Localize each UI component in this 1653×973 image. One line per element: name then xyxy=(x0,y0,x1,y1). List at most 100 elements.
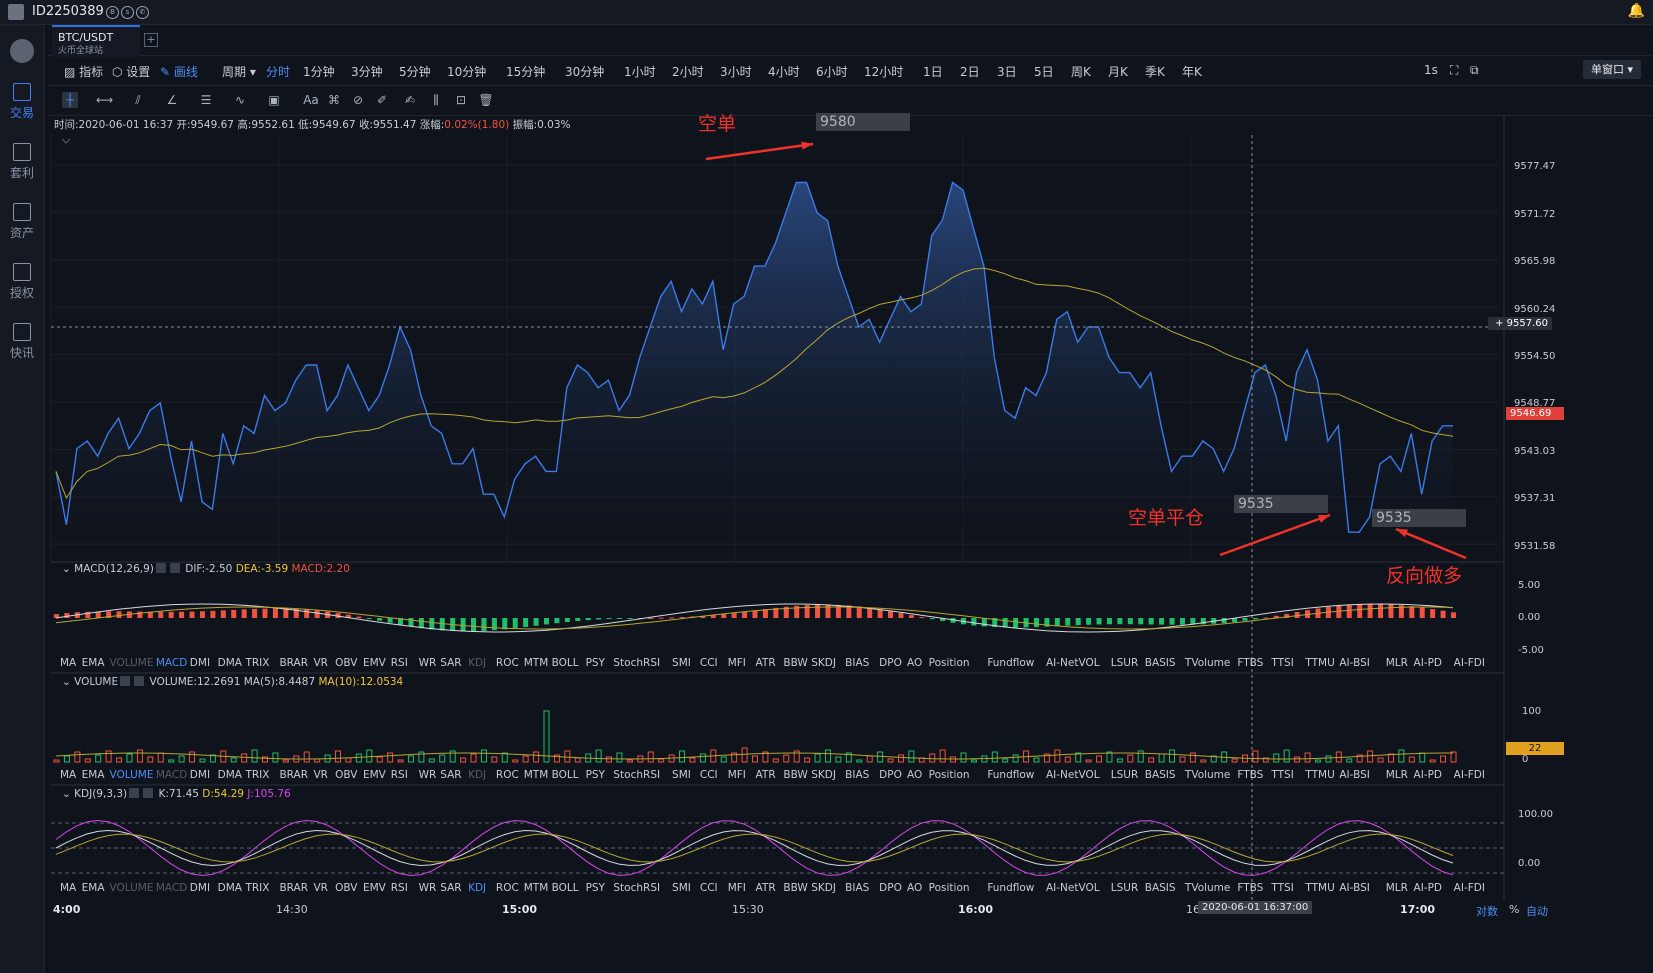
indicator-tab-ai-pd[interactable]: AI-PD xyxy=(1414,882,1443,894)
indicator-tab-ma[interactable]: MA xyxy=(60,657,76,669)
indicator-tab-mtm[interactable]: MTM xyxy=(524,657,549,669)
indicator-tab-sar[interactable]: SAR xyxy=(440,769,461,781)
indicator-tab-sar[interactable]: SAR xyxy=(440,657,461,669)
indicator-tab-smi[interactable]: SMI xyxy=(672,657,691,669)
indicator-tab-cci[interactable]: CCI xyxy=(700,769,718,781)
indicator-tab-psy[interactable]: PSY xyxy=(586,882,605,894)
indicator-tab-volume[interactable]: VOLUME xyxy=(109,657,153,669)
indicator-tab-ftbs[interactable]: FTBS xyxy=(1237,657,1263,669)
shield-icon[interactable]: s xyxy=(121,6,134,19)
indicator-tab-rsi[interactable]: RSI xyxy=(391,769,408,781)
indicator-tab-basis[interactable]: BASIS xyxy=(1145,769,1176,781)
indicator-tab-ttsi[interactable]: TTSI xyxy=(1271,882,1293,894)
log-scale-toggle[interactable]: 对数 xyxy=(1476,903,1498,919)
indicator-tab-ma[interactable]: MA xyxy=(60,882,76,894)
indicator-tab-ai-pd[interactable]: AI-PD xyxy=(1414,657,1443,669)
indicator-tab-dpo[interactable]: DPO xyxy=(879,769,902,781)
indicator-tab-stochrsi[interactable]: StochRSI xyxy=(613,657,660,669)
indicator-tab-basis[interactable]: BASIS xyxy=(1145,657,1176,669)
indicator-tab-skdj[interactable]: SKDJ xyxy=(811,882,836,894)
sidebar-item-assets[interactable]: 资产 xyxy=(0,203,44,241)
indicator-tab-emv[interactable]: EMV xyxy=(363,769,386,781)
indicator-tab-stochrsi[interactable]: StochRSI xyxy=(613,769,660,781)
indicator-tab-lsur[interactable]: LSUR xyxy=(1111,769,1139,781)
indicator-tab-mfi[interactable]: MFI xyxy=(728,657,746,669)
indicator-tab-ai-fdi[interactable]: AI-FDI xyxy=(1454,657,1485,669)
indicator-tab-boll[interactable]: BOLL xyxy=(552,657,579,669)
indicator-tab-kdj[interactable]: KDJ xyxy=(468,882,486,894)
indicator-tab-position[interactable]: Position xyxy=(929,882,970,894)
indicator-tab-trix[interactable]: TRIX xyxy=(245,657,269,669)
indicator-tab-ai-bsi[interactable]: AI-BSI xyxy=(1339,769,1369,781)
indicator-tab-brar[interactable]: BRAR xyxy=(279,657,308,669)
indicator-tab-roc[interactable]: ROC xyxy=(496,769,519,781)
indicator-tab-position[interactable]: Position xyxy=(929,769,970,781)
indicator-tab-mlr[interactable]: MLR xyxy=(1386,657,1408,669)
indicator-tab-mfi[interactable]: MFI xyxy=(728,769,746,781)
indicator-tab-stochrsi[interactable]: StochRSI xyxy=(613,882,660,894)
indicator-tab-ao[interactable]: AO xyxy=(907,882,922,894)
indicator-tab-atr[interactable]: ATR xyxy=(756,769,776,781)
indicator-tab-kdj[interactable]: KDJ xyxy=(468,657,486,669)
auto-scale-toggle[interactable]: 自动 xyxy=(1526,903,1548,919)
indicator-tab-obv[interactable]: OBV xyxy=(335,769,357,781)
indicator-tab-boll[interactable]: BOLL xyxy=(552,769,579,781)
indicator-tab-ai-fdi[interactable]: AI-FDI xyxy=(1454,769,1485,781)
volume-settings-icon[interactable] xyxy=(120,676,131,686)
indicator-tab-cci[interactable]: CCI xyxy=(700,657,718,669)
indicator-tab-boll[interactable]: BOLL xyxy=(552,882,579,894)
kdj-close-icon[interactable] xyxy=(143,788,154,798)
indicator-tab-obv[interactable]: OBV xyxy=(335,882,357,894)
indicator-tab-dpo[interactable]: DPO xyxy=(879,882,902,894)
sidebar-item-arbitrage[interactable]: 套利 xyxy=(0,143,44,181)
indicator-tab-dma[interactable]: DMA xyxy=(218,657,242,669)
indicator-tab-psy[interactable]: PSY xyxy=(586,769,605,781)
indicator-tab-ai-bsi[interactable]: AI-BSI xyxy=(1339,657,1369,669)
avatar[interactable] xyxy=(8,4,24,20)
indicator-tab-volume[interactable]: VOLUME xyxy=(109,882,153,894)
indicator-tab-atr[interactable]: ATR xyxy=(756,882,776,894)
indicator-tab-dmi[interactable]: DMI xyxy=(190,657,210,669)
indicator-tab-smi[interactable]: SMI xyxy=(672,769,691,781)
macd-close-icon[interactable] xyxy=(169,563,180,573)
indicator-tab-rsi[interactable]: RSI xyxy=(391,657,408,669)
indicator-tab-ema[interactable]: EMA xyxy=(82,882,105,894)
indicator-tab-volume[interactable]: VOLUME xyxy=(109,769,153,781)
indicator-tab-ftbs[interactable]: FTBS xyxy=(1237,769,1263,781)
indicator-tab-macd[interactable]: MACD xyxy=(156,769,187,781)
indicator-tab-tvolume[interactable]: TVolume xyxy=(1185,769,1230,781)
sidebar-item-auth[interactable]: 授权 xyxy=(0,263,44,301)
indicator-tab-ai-netvol[interactable]: AI-NetVOL xyxy=(1046,657,1100,669)
indicator-tab-atr[interactable]: ATR xyxy=(756,657,776,669)
indicator-tab-dmi[interactable]: DMI xyxy=(190,769,210,781)
indicator-tab-macd[interactable]: MACD xyxy=(156,657,187,669)
indicator-tab-dpo[interactable]: DPO xyxy=(879,657,902,669)
indicator-tab-bias[interactable]: BIAS xyxy=(845,882,869,894)
indicator-tab-fundflow[interactable]: Fundflow xyxy=(987,882,1034,894)
indicator-tab-ema[interactable]: EMA xyxy=(82,769,105,781)
indicator-tab-ttsi[interactable]: TTSI xyxy=(1271,657,1293,669)
indicator-tab-brar[interactable]: BRAR xyxy=(279,769,308,781)
indicator-tab-vr[interactable]: VR xyxy=(313,657,327,669)
indicator-tab-dma[interactable]: DMA xyxy=(218,882,242,894)
indicator-tab-bias[interactable]: BIAS xyxy=(845,657,869,669)
sidebar-item-news[interactable]: 快讯 xyxy=(0,323,44,361)
indicator-tab-dmi[interactable]: DMI xyxy=(190,882,210,894)
indicator-tab-psy[interactable]: PSY xyxy=(586,657,605,669)
indicator-tab-ftbs[interactable]: FTBS xyxy=(1237,882,1263,894)
indicator-tab-emv[interactable]: EMV xyxy=(363,657,386,669)
indicator-tab-obv[interactable]: OBV xyxy=(335,657,357,669)
indicator-tab-ao[interactable]: AO xyxy=(907,657,922,669)
indicator-tab-cci[interactable]: CCI xyxy=(700,882,718,894)
indicator-tab-roc[interactable]: ROC xyxy=(496,882,519,894)
indicator-tab-basis[interactable]: BASIS xyxy=(1145,882,1176,894)
indicator-tab-vr[interactable]: VR xyxy=(313,882,327,894)
indicator-tab-tvolume[interactable]: TVolume xyxy=(1185,882,1230,894)
indicator-tab-tvolume[interactable]: TVolume xyxy=(1185,657,1230,669)
phone-icon[interactable]: ✆ xyxy=(136,6,149,19)
indicator-tab-mlr[interactable]: MLR xyxy=(1386,769,1408,781)
indicator-tab-roc[interactable]: ROC xyxy=(496,657,519,669)
indicator-tab-smi[interactable]: SMI xyxy=(672,882,691,894)
percent-toggle[interactable]: % xyxy=(1509,903,1519,916)
indicator-tab-skdj[interactable]: SKDJ xyxy=(811,769,836,781)
